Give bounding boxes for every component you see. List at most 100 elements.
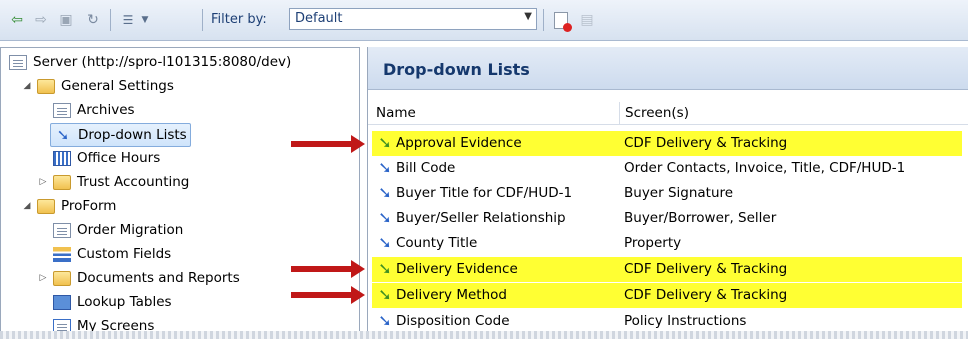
document-icon — [53, 102, 71, 118]
blue-arrow-icon: ➘ — [378, 311, 392, 330]
filter-select[interactable]: Default ▼ — [289, 8, 537, 30]
annotation-arrow-icon — [291, 135, 365, 153]
row-name-label: Delivery Evidence — [396, 261, 518, 277]
tree-node-server[interactable]: Server (http://spro-l101315:8080/dev) — [9, 51, 291, 73]
row-name-cell: ➘ Delivery Method — [376, 285, 507, 304]
tree-node-office-hours[interactable]: Office Hours — [53, 147, 160, 169]
toolbar-separator — [543, 9, 544, 31]
annotation-arrow-icon — [291, 286, 365, 304]
row-name-cell: ➘ Approval Evidence — [376, 133, 522, 152]
row-screens-cell: Buyer Signature — [624, 185, 734, 201]
row-screens-cell: Order Contacts, Invoice, Title, CDF/HUD-… — [624, 160, 906, 176]
green-arrow-icon: ➘ — [378, 133, 392, 152]
row-screens-cell: CDF Delivery & Tracking — [624, 135, 788, 151]
horizontal-scrollbar[interactable] — [0, 331, 968, 339]
tree-node-order-migration[interactable]: Order Migration — [53, 219, 183, 241]
row-name-cell: ➘ County Title — [376, 233, 477, 252]
tree-node-archives[interactable]: Archives — [53, 99, 135, 121]
column-header-row: Name Screen(s) — [368, 102, 968, 125]
toolbar: ⇦ ⇨ ▣ ↻ ☰ ▼ Filter by: Default ▼ ▤ — [0, 0, 968, 41]
toolbar-separator — [110, 9, 111, 31]
view-list-icon[interactable]: ☰ — [119, 10, 137, 30]
row-name-cell: ➘ Buyer Title for CDF/HUD-1 — [376, 183, 572, 202]
collapse-arrow-icon[interactable]: ◢ — [21, 81, 33, 91]
tree-node-label: Drop-down Lists — [78, 127, 187, 143]
green-arrow-icon: ➘ — [378, 259, 392, 278]
table-icon — [53, 294, 71, 310]
row-name-cell: ➘ Delivery Evidence — [376, 259, 518, 278]
row-name-label: Approval Evidence — [396, 135, 522, 151]
back-icon[interactable]: ⇦ — [8, 10, 26, 30]
folder-open-icon — [37, 78, 55, 94]
row-name-cell: ➘ Disposition Code — [376, 311, 510, 330]
row-name-cell: ➘ Buyer/Seller Relationship — [376, 208, 566, 227]
collapse-arrow-icon[interactable]: ◢ — [21, 201, 33, 211]
row-name-label: Disposition Code — [396, 313, 510, 329]
row-name-cell: ➘ Bill Code — [376, 158, 456, 177]
tree-node-custom-fields[interactable]: Custom Fields — [53, 243, 171, 265]
row-name-label: Bill Code — [396, 160, 456, 176]
green-arrow-icon: ➘ — [378, 285, 392, 304]
blue-arrow-icon: ➘ — [378, 158, 392, 177]
tree-node-lookup-tables[interactable]: Lookup Tables — [53, 291, 172, 313]
tree-node-general-settings[interactable]: ◢ General Settings — [21, 75, 174, 97]
row-screens-cell: Property — [624, 235, 682, 251]
folder-up-icon[interactable]: ▣ — [56, 10, 76, 30]
column-divider[interactable] — [619, 102, 620, 124]
row-screens-cell: Buyer/Borrower, Seller — [624, 210, 777, 226]
tree-node-label: General Settings — [61, 78, 174, 94]
grid-icon — [53, 150, 71, 166]
filter-value: Default — [295, 11, 343, 26]
row-name-label: Delivery Method — [396, 287, 507, 303]
blue-arrow-icon: ➘ — [378, 208, 392, 227]
tree-node-label: Office Hours — [77, 150, 161, 166]
tree-node-documents-and-reports[interactable]: ▷ Documents and Reports — [37, 267, 240, 289]
folder-icon — [53, 270, 71, 286]
drop-down-lists-panel: Drop-down Lists Name Screen(s) ➘ Approval… — [367, 47, 968, 339]
column-header-name[interactable]: Name — [376, 105, 416, 121]
toolbar-separator — [202, 9, 203, 31]
panel-title: Drop-down Lists — [383, 60, 530, 79]
properties-icon[interactable]: ▤ — [578, 10, 596, 30]
filter-label: Filter by: — [211, 12, 267, 27]
server-icon — [9, 54, 27, 70]
table-row[interactable]: ➘ County Title Property — [372, 231, 962, 256]
row-screens-cell: CDF Delivery & Tracking — [624, 261, 788, 277]
row-screens-cell: Policy Instructions — [624, 313, 747, 329]
folder-open-icon — [37, 198, 55, 214]
tree-node-label: Documents and Reports — [77, 270, 240, 286]
table-row[interactable]: ➘ Delivery Evidence CDF Delivery & Tracki… — [372, 257, 962, 282]
table-row[interactable]: ➘ Buyer Title for CDF/HUD-1 Buyer Signatu… — [372, 181, 962, 206]
table-row[interactable]: ➘ Delivery Method CDF Delivery & Tracking — [372, 283, 962, 308]
tree-node-trust-accounting[interactable]: ▷ Trust Accounting — [37, 171, 190, 193]
panel-header: Drop-down Lists — [368, 47, 968, 90]
table-row[interactable]: ➘ Bill Code Order Contacts, Invoice, Titl… — [372, 156, 962, 181]
annotation-arrow-icon — [291, 260, 365, 278]
row-screens-cell: CDF Delivery & Tracking — [624, 287, 788, 303]
new-document-icon[interactable] — [552, 10, 572, 32]
tree-node-proform[interactable]: ◢ ProForm — [21, 195, 117, 217]
blue-arrow-icon: ➘ — [56, 125, 70, 144]
dropdown-caret-icon[interactable]: ▼ — [140, 10, 150, 30]
refresh-icon[interactable]: ↻ — [84, 10, 102, 30]
tree-node-label: Archives — [77, 102, 135, 118]
chevron-down-icon[interactable]: ▼ — [524, 11, 532, 22]
row-name-label: Buyer/Seller Relationship — [396, 210, 566, 226]
tree-node-label: ProForm — [61, 198, 117, 214]
tree-node-drop-down-lists[interactable]: ➘ Drop-down Lists — [50, 123, 191, 147]
forward-icon[interactable]: ⇨ — [32, 10, 50, 30]
tree-node-label: Order Migration — [77, 222, 184, 238]
migration-icon — [53, 222, 71, 238]
tree-node-label: Custom Fields — [77, 246, 172, 262]
tree-node-label: Lookup Tables — [77, 294, 172, 310]
table-row[interactable]: ➘ Buyer/Seller Relationship Buyer/Borrowe… — [372, 206, 962, 231]
column-header-screens[interactable]: Screen(s) — [625, 105, 689, 121]
expand-arrow-icon[interactable]: ▷ — [37, 273, 49, 283]
blue-arrow-icon: ➘ — [378, 183, 392, 202]
tree-node-label: Trust Accounting — [77, 174, 190, 190]
tree-node-label: Server (http://spro-l101315:8080/dev) — [33, 54, 292, 70]
fields-icon — [53, 246, 71, 262]
blue-arrow-icon: ➘ — [378, 233, 392, 252]
table-row[interactable]: ➘ Approval Evidence CDF Delivery & Tracki… — [372, 131, 962, 156]
expand-arrow-icon[interactable]: ▷ — [37, 177, 49, 187]
